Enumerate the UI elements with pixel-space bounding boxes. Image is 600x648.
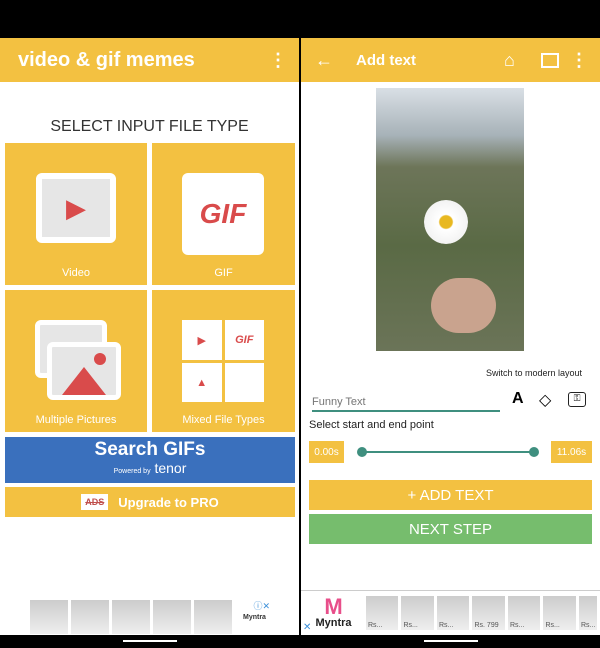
tile-video[interactable]: ▶ Video	[5, 143, 147, 285]
upgrade-label: Upgrade to PRO	[118, 494, 219, 510]
ad-banner-editor[interactable]: M Myntra ✕ Rs... Rs... Rs... Rs. 799 Rs... Rs.…	[301, 590, 600, 635]
tile-multiple-pictures[interactable]: Multiple Pictures	[5, 290, 147, 432]
tile-gif[interactable]: GIF GIF	[152, 143, 295, 285]
home-icon[interactable]: ⌂	[504, 50, 515, 71]
app-bar: video & gif memes ⋮	[0, 38, 299, 82]
lock-icon[interactable]: ⚿	[568, 392, 586, 407]
app-title: video & gif memes	[18, 48, 195, 71]
range-end-handle[interactable]	[529, 447, 539, 457]
back-arrow-icon[interactable]: ←	[315, 50, 333, 71]
page-heading: SELECT INPUT FILE TYPE	[50, 118, 249, 135]
tile-label: Video	[62, 267, 90, 279]
switch-layout-link[interactable]: Switch to modern layout	[486, 368, 582, 378]
video-preview	[376, 88, 524, 351]
divider	[299, 0, 301, 648]
ad-banner[interactable]: Myntra ⓘ✕	[30, 599, 270, 635]
no-ads-icon: ADS	[81, 494, 109, 510]
ad-close-icon[interactable]: ⓘ✕	[253, 599, 270, 612]
start-time: 0.00s	[309, 441, 344, 463]
fill-color-icon[interactable]: ◇	[539, 390, 551, 410]
tile-label: Multiple Pictures	[35, 414, 117, 426]
tile-label: GIF	[214, 267, 233, 279]
puzzle-icon: ▶ GIF ▲	[182, 320, 264, 402]
end-time: 11.06s	[551, 441, 592, 463]
font-style-icon[interactable]: A	[512, 390, 524, 408]
ad-brand: Myntra	[243, 613, 266, 621]
aspect-ratio-icon[interactable]	[541, 52, 559, 68]
nav-bar-editor	[301, 635, 600, 648]
text-input[interactable]	[312, 394, 500, 412]
ad-brand: Myntra	[315, 617, 352, 629]
range-track[interactable]	[361, 451, 534, 453]
next-step-button[interactable]: NEXT STEP	[309, 514, 592, 544]
range-start-handle[interactable]	[357, 447, 367, 457]
hand	[431, 278, 496, 333]
more-menu-icon[interactable]: ⋮	[269, 50, 287, 71]
upgrade-pro-button[interactable]: ADS Upgrade to PRO	[5, 487, 295, 517]
search-gifs-button[interactable]: Search GIFs Powered by tenor	[5, 437, 295, 483]
more-menu-icon[interactable]: ⋮	[570, 50, 588, 71]
tile-label: Mixed File Types	[182, 414, 265, 426]
video-film-icon: ▶	[36, 173, 116, 243]
nav-bar	[0, 635, 299, 648]
flower	[424, 200, 468, 244]
myntra-logo: M	[324, 594, 343, 619]
tenor-logo: tenor	[154, 460, 187, 476]
search-gifs-label: Search GIFs	[94, 439, 206, 460]
tile-mixed-file-types[interactable]: ▶ GIF ▲ Mixed File Types	[152, 290, 295, 432]
add-text-button[interactable]: + ADD TEXT	[309, 480, 592, 510]
powered-by: Powered by	[113, 468, 151, 475]
app-bar-editor: ← Add text ⌂ ⋮	[301, 38, 600, 82]
picture-icon	[47, 342, 121, 400]
screen-title: Add text	[356, 51, 416, 69]
select-range-label: Select start and end point	[309, 419, 434, 431]
gif-file-icon: GIF	[182, 173, 264, 255]
ad-close-icon[interactable]: ✕	[303, 622, 311, 633]
